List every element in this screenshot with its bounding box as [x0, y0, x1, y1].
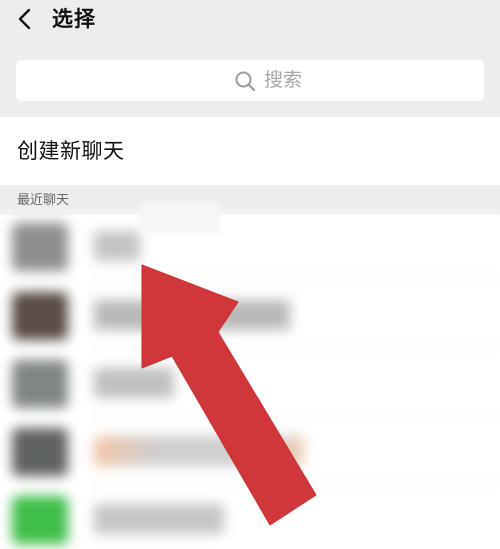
recent-chats-header: 最近聊天 — [0, 185, 500, 215]
chat-name-blurred — [94, 436, 304, 466]
row-divider — [94, 278, 500, 279]
row-divider — [94, 415, 500, 416]
chat-name-blurred — [94, 231, 140, 261]
avatar — [12, 292, 68, 340]
avatar — [12, 360, 68, 408]
nav-bar: 选择 — [0, 0, 500, 40]
search-placeholder-group: 搜索 — [234, 68, 302, 93]
page-title: 选择 — [52, 7, 96, 31]
search-input[interactable]: 搜索 — [16, 60, 484, 101]
top-area: 选择 搜索 — [0, 0, 500, 117]
back-button[interactable] — [14, 6, 38, 32]
blur-patch — [140, 202, 220, 234]
select-chat-screen: 选择 搜索 创建新聊天 最近聊天 — [0, 0, 500, 549]
chat-row[interactable] — [0, 488, 500, 549]
search-placeholder: 搜索 — [264, 69, 303, 91]
create-new-chat-label: 创建新聊天 — [17, 139, 125, 163]
chat-row[interactable] — [0, 284, 500, 348]
search-icon — [235, 71, 256, 91]
chat-row[interactable] — [0, 420, 500, 484]
avatar — [12, 223, 68, 271]
row-divider — [94, 347, 500, 348]
avatar — [12, 428, 68, 476]
create-new-chat-item[interactable]: 创建新聊天 — [0, 117, 500, 185]
chat-row[interactable] — [0, 215, 500, 279]
row-divider — [94, 483, 500, 484]
recent-chats-label: 最近聊天 — [17, 193, 70, 208]
chat-name-blurred — [94, 504, 224, 534]
chat-row[interactable] — [0, 352, 500, 416]
chevron-left-icon — [18, 8, 31, 30]
avatar — [12, 496, 68, 544]
recent-chat-list — [0, 215, 500, 549]
chat-name-blurred — [94, 300, 290, 330]
chat-name-blurred — [94, 368, 174, 398]
